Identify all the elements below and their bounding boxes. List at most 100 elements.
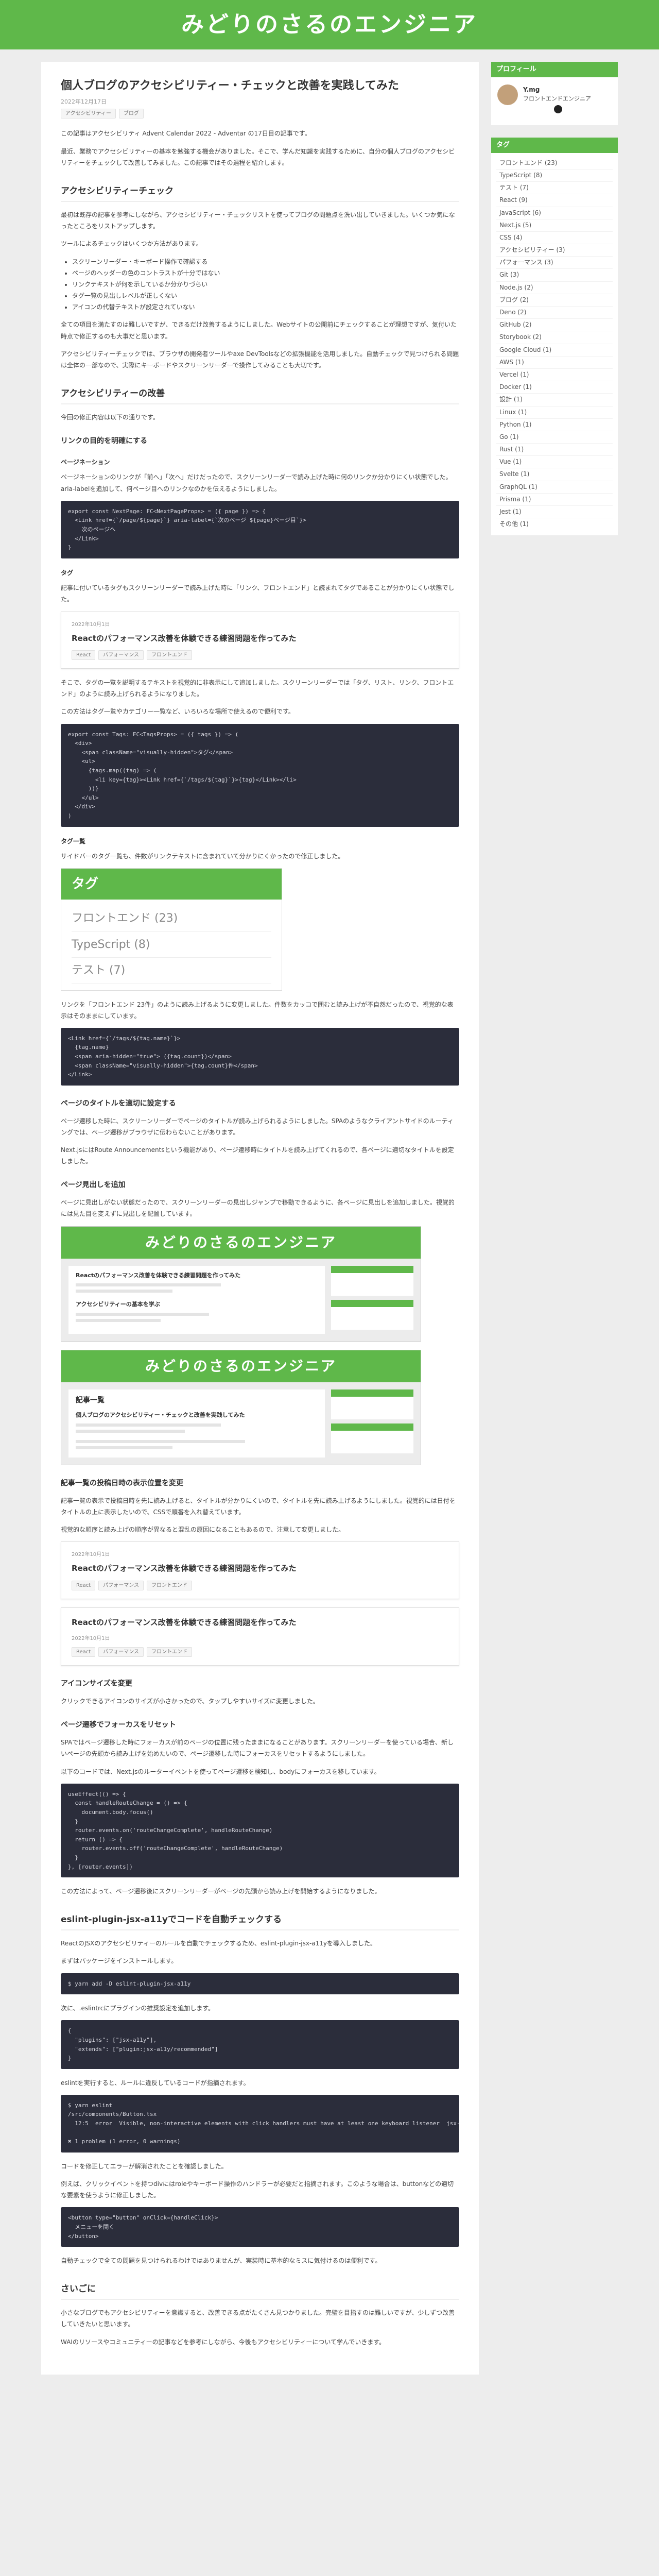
tag-widget-item: テスト (7) <box>72 958 271 984</box>
paragraph: この方法によって、ページ遷移後にスクリーンリーダーがページの先頭から読み上げを開… <box>61 1888 381 1895</box>
sidebar-tag-link[interactable]: Docker (1) <box>496 381 613 394</box>
sidebar-tag-link[interactable]: CSS (4) <box>496 232 613 245</box>
code-block: export const NextPage: FC<NextPageProps>… <box>61 500 459 558</box>
card-tag[interactable]: フロントエンド <box>147 1580 193 1590</box>
card-title[interactable]: Reactのパフォーマンス改善を体験できる練習問題を作ってみた <box>72 1616 448 1630</box>
sidebar-tag-link[interactable]: Go (1) <box>496 431 613 444</box>
card-tag[interactable]: React <box>72 650 96 660</box>
sidebar-tag-link[interactable]: Python (1) <box>496 419 613 431</box>
page-wrapper: 個人ブログのアクセシビリティー・チェックと改善を実践してみた 2022年12月1… <box>41 62 618 2375</box>
minor-heading: タグ一覧 <box>61 837 86 845</box>
sidebar-tag-link[interactable]: Vue (1) <box>496 456 613 469</box>
sidebar-tag-link[interactable]: Jest (1) <box>496 506 613 519</box>
paragraph: Next.jsにはRoute Announcementsという機能があり、ページ… <box>61 1146 454 1165</box>
tag-widget-item: フロントエンド (23) <box>72 906 271 932</box>
paragraph: ReactのJSXのアクセシビリティーのルールを自動でチェックするため、esli… <box>61 1940 377 1947</box>
post-tag[interactable]: ブログ <box>118 109 144 119</box>
tag-widget: タグ フロントエンド (23) TypeScript (8) テスト (7) Reac… <box>491 137 618 536</box>
sidebar-tag-link[interactable]: Rust (1) <box>496 444 613 456</box>
widget-title: タグ <box>491 137 618 153</box>
site-header: みどりのさるのエンジニア <box>0 0 659 49</box>
list-item: アイコンの代替テキストが設定されていない <box>72 301 459 313</box>
paragraph: SPAではページ遷移した時にフォーカスが前のページの位置に残ったままになることが… <box>61 1739 454 1758</box>
code-block: <Link href={`/tags/${tag.name}`}> {tag.n… <box>61 1027 459 1086</box>
paragraph: コードを修正してエラーが解消されたことを確認しました。 <box>61 2162 228 2170</box>
paragraph: サイドバーのタグ一覧も、件数がリンクテキストに含まれていて分かりにくかったので修… <box>61 852 344 860</box>
card-tag[interactable]: パフォーマンス <box>98 1580 144 1590</box>
sidebar-tag-link[interactable]: Next.js (5) <box>496 219 613 232</box>
tag-widget-item: TypeScript (8) <box>72 932 271 958</box>
sidebar-tag-link[interactable]: GraphQL (1) <box>496 481 613 494</box>
sidebar-tag-link[interactable]: Git (3) <box>496 269 613 282</box>
article-card[interactable]: Reactのパフォーマンス改善を体験できる練習問題を作ってみた 2022年10月… <box>61 1607 459 1666</box>
card-title[interactable]: Reactのパフォーマンス改善を体験できる練習問題を作ってみた <box>72 1562 448 1575</box>
sidebar-tag-link[interactable]: Vercel (1) <box>496 369 613 382</box>
tag-widget-screenshot: タグ フロントエンド (23) TypeScript (8) テスト (7) <box>61 868 282 991</box>
section-heading: アクセシビリティーチェック <box>61 184 459 202</box>
sidebar-tag-link[interactable]: フロントエンド (23) <box>496 157 613 170</box>
article-card[interactable]: 2022年10月1日 Reactのパフォーマンス改善を体験できる練習問題を作って… <box>61 1541 459 1599</box>
sidebar-tag-link[interactable]: JavaScript (6) <box>496 207 613 219</box>
shot-item-title: アクセシビリティーの基本を学ぶ <box>76 1301 160 1308</box>
shot-header: みどりのさるのエンジニア <box>61 1226 421 1259</box>
paragraph: クリックできるアイコンのサイズが小さかったので、タップしやすいサイズに変更しまし… <box>61 1698 319 1705</box>
sidebar-tag-link[interactable]: その他 (1) <box>496 518 613 530</box>
sidebar-tag-link[interactable]: AWS (1) <box>496 357 613 369</box>
paragraph: 視覚的な順序と読み上げの順序が異なると混乱の原因になることもあるので、注意して変… <box>61 1526 345 1534</box>
card-title[interactable]: Reactのパフォーマンス改善を体験できる練習問題を作ってみた <box>72 632 448 646</box>
list-item: ページのヘッダーの色のコントラストが十分ではない <box>72 267 459 279</box>
sidebar-tag-link[interactable]: Node.js (2) <box>496 282 613 294</box>
github-icon[interactable] <box>554 105 562 113</box>
intro-paragraph: 最近、業務でアクセシビリティーの基本を勉強する機会がありました。そこで、学んだ知… <box>61 147 455 166</box>
sidebar-tag-link[interactable]: Deno (2) <box>496 307 613 319</box>
card-tag[interactable]: パフォーマンス <box>98 1647 144 1657</box>
card-tag[interactable]: React <box>72 1647 96 1657</box>
subsection-heading: リンクの目的を明確にする <box>61 437 148 446</box>
sidebar-tag-link[interactable]: パフォーマンス (3) <box>496 257 613 269</box>
sidebar-tag-link[interactable]: React (9) <box>496 194 613 207</box>
paragraph: 小さなブログでもアクセシビリティーを意識すると、改善できる点がたくさん見つかりま… <box>61 2309 455 2328</box>
code-block: export const Tags: FC<TagsProps> = ({ ta… <box>61 723 459 827</box>
shot-heading: 記事一覧 <box>76 1396 105 1404</box>
sidebar-tag-link[interactable]: Svelte (1) <box>496 468 613 481</box>
card-date: 2022年10月1日 <box>72 1636 110 1642</box>
card-tag[interactable]: パフォーマンス <box>98 650 144 660</box>
sidebar-tag-link[interactable]: GitHub (2) <box>496 319 613 332</box>
card-tags: React パフォーマンス フロントエンド <box>72 1580 448 1590</box>
sidebar-tag-link[interactable]: ブログ (2) <box>496 294 613 307</box>
sidebar: プロフィール Y.mg フロントエンドエンジニア タグ フロントエンド (23)… <box>491 62 618 548</box>
sidebar-tag-link[interactable]: Storybook (2) <box>496 331 613 344</box>
sidebar-tag-link[interactable]: Linux (1) <box>496 406 613 419</box>
sidebar-tag-link[interactable]: Prisma (1) <box>496 494 613 506</box>
subsection-heading: ページ遷移でフォーカスをリセット <box>61 1721 176 1730</box>
paragraph: 例えば、クリックイベントを持つdivにはroleやキーボード操作のハンドラーが必… <box>61 2180 454 2199</box>
sidebar-tag-link[interactable]: TypeScript (8) <box>496 170 613 182</box>
paragraph: 自動チェックで全ての問題を見つけられるわけではありませんが、実装時に基本的なミス… <box>61 2257 381 2265</box>
card-tags: React パフォーマンス フロントエンド <box>72 1647 448 1657</box>
site-title[interactable]: みどりのさるのエンジニア <box>181 6 478 44</box>
tag-list: フロントエンド (23) TypeScript (8) テスト (7) React (… <box>491 153 618 536</box>
profile-description: フロントエンドエンジニア <box>523 95 591 103</box>
sidebar-tag-link[interactable]: 設計 (1) <box>496 394 613 406</box>
shot-item-title: Reactのパフォーマンス改善を体験できる練習問題を作ってみた <box>76 1272 241 1279</box>
article-card[interactable]: 2022年10月1日 Reactのパフォーマンス改善を体験できる練習問題を作って… <box>61 611 459 669</box>
post-tag[interactable]: アクセシビリティー <box>61 109 116 119</box>
card-tag[interactable]: フロントエンド <box>147 1647 193 1657</box>
card-tag[interactable]: フロントエンド <box>147 650 193 660</box>
sidebar-tag-link[interactable]: アクセシビリティー (3) <box>496 244 613 257</box>
widget-title: プロフィール <box>491 62 618 78</box>
post-date: 2022年12月17日 <box>61 98 107 105</box>
subsection-heading: ページ見出しを追加 <box>61 1181 126 1190</box>
paragraph: 次に、.eslintrcにプラグインの推奨設定を追加します。 <box>61 2005 215 2012</box>
paragraph: 最初は既存の記事を参考にしながら、アクセシビリティー・チェックリストを使ってブロ… <box>61 211 455 230</box>
check-list: スクリーンリーダー・キーボード操作で確認する ページのヘッダーの色のコントラスト… <box>72 256 459 313</box>
paragraph: ツールによるチェックはいくつか方法があります。 <box>61 240 202 248</box>
list-item: スクリーンリーダー・キーボード操作で確認する <box>72 256 459 267</box>
sidebar-tag-link[interactable]: Google Cloud (1) <box>496 344 613 357</box>
sidebar-tag-link[interactable]: テスト (7) <box>496 182 613 195</box>
minor-heading: ページネーション <box>61 459 110 466</box>
card-tags: React パフォーマンス フロントエンド <box>72 650 448 660</box>
profile-widget: プロフィール Y.mg フロントエンドエンジニア <box>491 62 618 125</box>
card-tag[interactable]: React <box>72 1580 96 1590</box>
article: 個人ブログのアクセシビリティー・チェックと改善を実践してみた 2022年12月1… <box>41 62 479 2375</box>
